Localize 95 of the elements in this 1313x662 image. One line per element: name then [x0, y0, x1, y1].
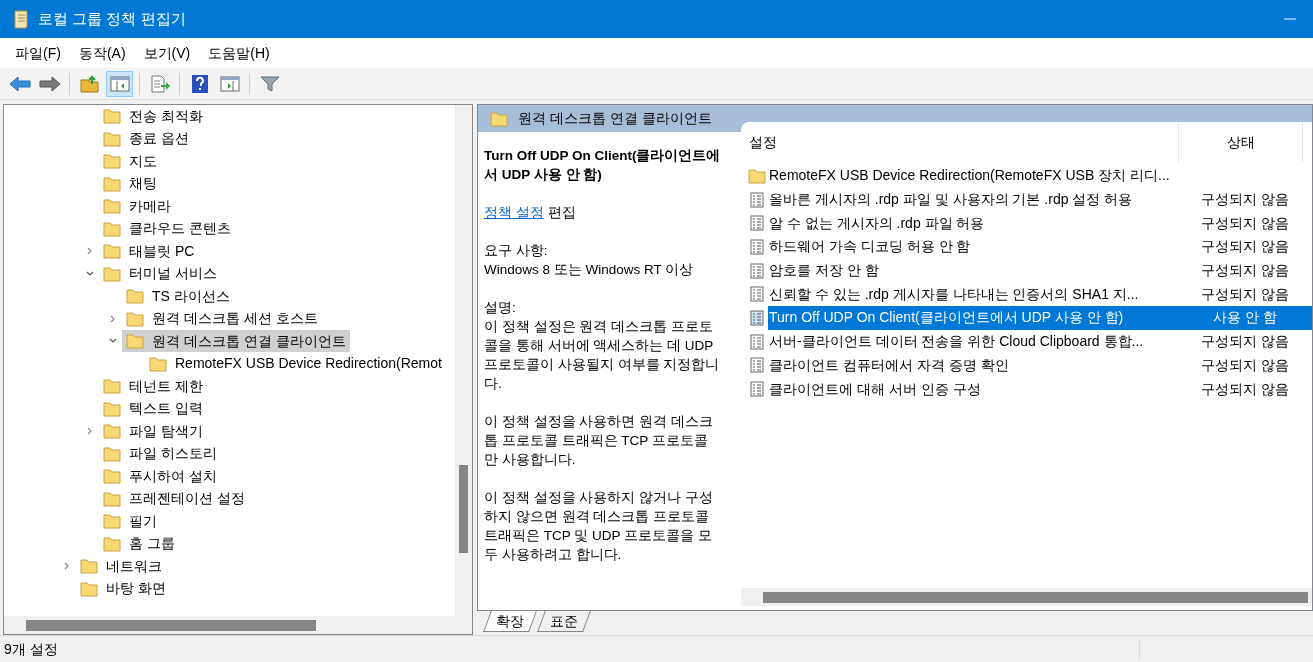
forward-arrow-icon: [38, 74, 61, 93]
folder-icon: [80, 580, 98, 597]
edit-label: 편집: [547, 205, 576, 220]
setting-name: 신뢰할 수 있는 .rdp 게시자를 나타내는 인증서의 SHA1 지...: [768, 284, 1140, 304]
setting-name: RemoteFX USB Device Redirection(RemoteFX USB 장치 리디...: [768, 166, 1171, 186]
folder-icon: [103, 468, 121, 485]
tree-item[interactable]: 원격 데스크톱 연결 클라이언트: [122, 330, 350, 353]
folder-icon: [103, 265, 121, 282]
setting-name: 서버-클라이언트 데이터 전송을 위한 Cloud Clipboard 통합...: [768, 332, 1145, 352]
policy-title: Turn Off UDP On Client(클라이언트에서 UDP 사용 안 함): [484, 147, 721, 184]
list-row[interactable]: 하드웨어 가속 디코딩 허용 안 함 구성되지 않음: [768, 235, 1312, 259]
status-text: 9개 설정: [0, 638, 1140, 660]
folder-icon: [103, 423, 121, 440]
column-header[interactable]: 상태: [1179, 122, 1303, 162]
folder-icon: [149, 355, 167, 372]
setting-state: 구성되지 않음: [1200, 355, 1290, 375]
policy-document-icon: [750, 357, 764, 374]
policy-document-icon: [750, 333, 764, 350]
description-paragraph: 이 정책 설정은 원격 데스크톱 프로토콜을 통해 서버에 액세스하는 데 UDP 프로토콜이 사용될지 여부를 지정합니다.: [484, 318, 721, 393]
action-pane-icon: [219, 74, 240, 93]
folder-icon: [103, 400, 121, 417]
list-row[interactable]: 알 수 없는 게시자의 .rdp 파일 허용 구성되지 않음: [768, 211, 1312, 236]
description-label: 설명:: [484, 299, 517, 317]
list-row[interactable]: 신뢰할 수 있는 .rdp 게시자를 나타내는 인증서의 SHA1 지... 구성되지 않음: [768, 282, 1312, 307]
folder-icon: [80, 558, 98, 575]
list-row[interactable]: 암호를 저장 안 함 구성되지 않음: [768, 258, 1312, 283]
folder-icon: [103, 490, 121, 507]
folder-icon: [490, 110, 508, 127]
folder-icon: [103, 220, 121, 237]
folder-icon: [748, 167, 766, 184]
folder-up-icon: [79, 74, 100, 93]
back-arrow-icon: [8, 74, 31, 93]
view-tab[interactable]: 확장: [483, 611, 537, 632]
vertical-scrollbar[interactable]: [455, 105, 472, 616]
description-paragraph: 이 정책 설정을 사용하지 않거나 구성하지 않으면 원격 데스크톱 프로토콜 트래픽은 TCP 및 UDP 프로토콜을 모두 사용하려고 합니다.: [484, 489, 714, 564]
setting-state: 구성되지 않음: [1200, 261, 1290, 281]
folder-icon: [103, 153, 121, 170]
column-header[interactable]: 설정: [741, 122, 1179, 162]
setting-name: 올바른 게시자의 .rdp 파일 및 사용자의 기본 .rdp 설정 허용: [768, 190, 1134, 210]
export-list-icon: [149, 74, 170, 93]
folder-icon: [103, 175, 121, 192]
folder-icon: [103, 378, 121, 395]
menu-item[interactable]: 동작(A): [69, 40, 135, 66]
folder-icon: [126, 310, 144, 327]
setting-state: 구성되지 않음: [1200, 237, 1290, 257]
policy-document-icon: [750, 286, 764, 303]
setting-name: 하드웨어 가속 디코딩 허용 안 함: [768, 237, 972, 257]
view-tab[interactable]: 표준: [537, 611, 591, 632]
setting-name: 암호를 저장 안 함: [768, 261, 880, 281]
menu-item[interactable]: 도움말(H): [199, 40, 279, 66]
folder-icon: [126, 333, 144, 350]
menu-item[interactable]: 보기(V): [134, 40, 200, 66]
panel-title: 원격 데스크톱 연결 클라이언트: [518, 109, 712, 128]
setting-name: Turn Off UDP On Client(클라이언트에서 UDP 사용 안 함): [768, 308, 1125, 328]
list-row[interactable]: RemoteFX USB Device Redirection(RemoteFX USB 장치 리디...: [768, 164, 1312, 188]
folder-icon: [103, 445, 121, 462]
policy-document-icon: [750, 309, 764, 326]
policy-settings-link[interactable]: 정책 설정: [484, 205, 544, 220]
list-row[interactable]: Turn Off UDP On Client(클라이언트에서 UDP 사용 안 함) 사용 안 함: [768, 306, 1312, 330]
setting-state: 구성되지 않음: [1200, 190, 1290, 210]
setting-state: 구성되지 않음: [1200, 213, 1290, 233]
folder-icon: [103, 108, 121, 125]
setting-name: 알 수 없는 게시자의 .rdp 파일 허용: [768, 213, 986, 233]
policy-document-icon: [750, 238, 764, 255]
setting-state: 사용 안 함: [1212, 308, 1278, 328]
policy-document-icon: [750, 262, 764, 279]
folder-icon: [126, 288, 144, 305]
list-row[interactable]: 서버-클라이언트 데이터 전송을 위한 Cloud Clipboard 통합... 구성되지 않음: [768, 329, 1312, 354]
horizontal-scrollbar[interactable]: [4, 616, 472, 634]
help-icon: [190, 73, 209, 94]
console-tree-icon: [109, 74, 130, 93]
setting-state: 구성되지 않음: [1200, 284, 1290, 304]
list-row[interactable]: 클라이언트에 대해 서버 인증 구성 구성되지 않음: [768, 377, 1312, 401]
folder-icon: [103, 243, 121, 260]
folder-icon: [103, 198, 121, 215]
folder-icon: [103, 130, 121, 147]
policy-document-icon: [750, 215, 764, 232]
description-paragraph: 이 정책 설정을 사용하면 원격 데스크톱 프로토콜 트래픽은 TCP 프로토콜만 사용합니다.: [484, 413, 714, 469]
list-row[interactable]: 클라이언트 컴퓨터에서 자격 증명 확인 구성되지 않음: [768, 353, 1312, 378]
setting-name: 클라이언트에 대해 서버 인증 구성: [768, 379, 982, 399]
folder-icon: [103, 513, 121, 530]
list-row[interactable]: 올바른 게시자의 .rdp 파일 및 사용자의 기본 .rdp 설정 허용 구성되지 않음: [768, 187, 1312, 212]
policy-document-icon: [750, 191, 764, 208]
window-title: 로컬 그룹 정책 편집기: [38, 8, 186, 29]
menu-item[interactable]: 파일(F): [6, 40, 70, 66]
setting-state: 구성되지 않음: [1200, 332, 1290, 352]
folder-icon: [103, 535, 121, 552]
policy-document-icon: [750, 381, 764, 398]
requirements-text: Windows 8 또는 Windows RT 이상: [484, 261, 695, 279]
requirements-label: 요구 사항:: [484, 242, 549, 260]
filter-icon: [259, 74, 280, 93]
setting-name: 클라이언트 컴퓨터에서 자격 증명 확인: [768, 355, 1010, 375]
horizontal-scrollbar[interactable]: [741, 588, 1312, 606]
setting-state: 구성되지 않음: [1200, 379, 1290, 399]
scroll-icon: [12, 9, 30, 29]
